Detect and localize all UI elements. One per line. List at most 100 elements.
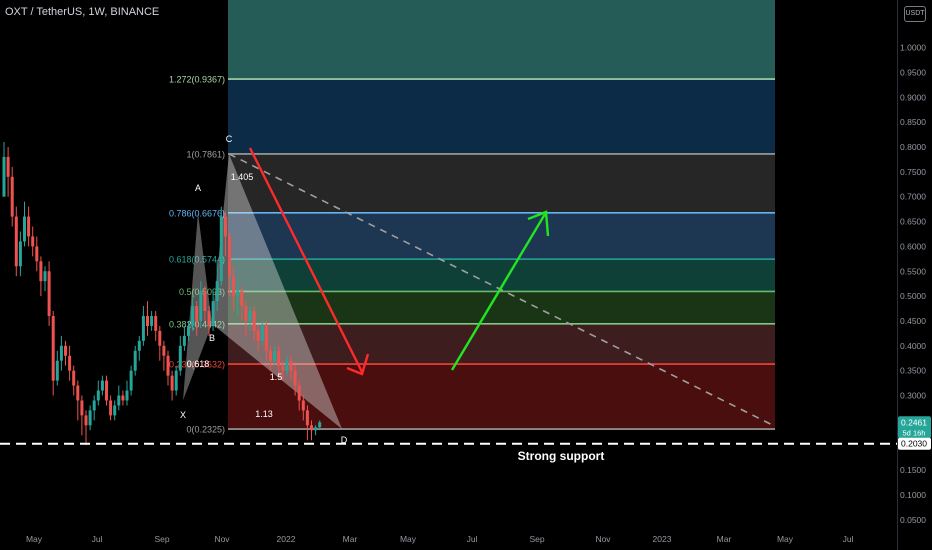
support-label: Strong support [518, 449, 605, 463]
candle [100, 380, 104, 391]
candle [310, 425, 313, 431]
candle [260, 325, 264, 341]
fib-level-label: 1.272(0.9367) [169, 75, 225, 85]
candle [305, 410, 309, 426]
y-tick-label: 0.4000 [900, 341, 926, 351]
harmonic-ratio-label: 0.618 [187, 359, 210, 369]
y-tick-label: 0.0500 [900, 515, 926, 525]
candle [55, 360, 59, 381]
fib-zone [228, 79, 775, 154]
x-tick-label: Mar [343, 534, 358, 544]
candle [23, 216, 26, 242]
candle [39, 261, 43, 282]
candle [117, 395, 121, 406]
fib-level-label: 0(0.2325) [186, 425, 225, 435]
x-tick-label: Jul [92, 534, 103, 544]
candle [141, 315, 145, 341]
candle [219, 216, 223, 282]
y-tick-label: 0.6000 [900, 241, 926, 251]
candle [31, 236, 35, 247]
last-price-value: 0.2461 [901, 417, 927, 427]
candle [281, 365, 285, 371]
fib-zone [228, 291, 775, 324]
candle [125, 390, 129, 401]
candle [228, 236, 231, 277]
currency-button[interactable]: USDT [904, 6, 926, 22]
candle [6, 156, 10, 177]
candle [285, 360, 289, 371]
candle [211, 301, 215, 326]
fib-zone [228, 0, 775, 80]
candle [256, 330, 260, 341]
harmonic-ratio-label: 1.5 [270, 372, 283, 382]
x-tick-label: Sep [529, 534, 544, 544]
candle [191, 306, 195, 326]
candle [244, 306, 248, 321]
y-tick-label: 0.1000 [900, 490, 926, 500]
y-tick-label: 0.4500 [900, 316, 926, 326]
candle [80, 400, 84, 416]
x-tick-label: Nov [214, 534, 230, 544]
candle [64, 345, 67, 356]
candle [215, 281, 219, 302]
y-tick-label: 0.9000 [900, 92, 926, 102]
y-tick-label: 0.7000 [900, 192, 926, 202]
candle [146, 315, 149, 326]
y-tick-label: 0.8500 [900, 117, 926, 127]
harmonic-point-label: X [180, 410, 186, 420]
price-chart[interactable]: 1.272(0.9367) 1(0.7861) 0.786(0.6676) 0.618… [0, 0, 932, 550]
candle [150, 315, 154, 326]
candle [154, 315, 158, 331]
candle [84, 415, 88, 426]
candle [314, 427, 318, 431]
fib-zone [228, 212, 775, 260]
candle [203, 291, 207, 312]
fib-level-label: 1(0.7861) [186, 149, 225, 159]
candle [121, 395, 125, 401]
y-tick-label: 0.5000 [900, 291, 926, 301]
candle [14, 216, 18, 267]
y-tick-label: 0.8000 [900, 142, 926, 152]
candle [59, 345, 63, 361]
harmonic-point-label: C [226, 134, 233, 144]
candle [269, 350, 272, 361]
candle [68, 355, 72, 371]
harmonic-point-label: A [195, 183, 201, 193]
harmonic-ratio-label: 1.13 [255, 409, 273, 419]
candle [137, 340, 141, 351]
candle [92, 400, 96, 411]
x-tick-label: Nov [595, 534, 611, 544]
candle [133, 350, 137, 371]
last-price-countdown: 5d 16h [903, 428, 926, 437]
candle [174, 370, 178, 391]
fib-zone [228, 153, 775, 213]
y-tick-label: 0.3000 [900, 391, 926, 401]
candle [88, 410, 92, 426]
candle [76, 385, 80, 401]
y-tick-label: 0.6500 [900, 217, 926, 227]
candle [47, 271, 51, 316]
fib-level-label: 0.786(0.6676) [169, 208, 225, 218]
candle [96, 390, 100, 401]
y-tick-label: 0.3500 [900, 366, 926, 376]
candle [109, 400, 113, 416]
price-scale-separator [897, 0, 898, 550]
candle [277, 350, 281, 366]
candle [113, 405, 117, 416]
candle [207, 311, 211, 326]
candle [158, 330, 162, 346]
x-tick-label: May [777, 534, 794, 544]
x-tick-label: 2023 [653, 534, 672, 544]
candle [166, 355, 170, 376]
candle [162, 345, 166, 356]
candle [236, 291, 240, 297]
candle [273, 350, 277, 361]
candle [170, 375, 174, 391]
y-tick-label: 0.1500 [900, 465, 926, 475]
candle [293, 370, 297, 386]
chart-root: { "header": { "title": "OXT / TetherUS, … [0, 0, 932, 550]
candle [72, 370, 76, 386]
candle [43, 271, 47, 282]
y-tick-label: 0.5500 [900, 266, 926, 276]
y-tick-label: 0.7500 [900, 167, 926, 177]
